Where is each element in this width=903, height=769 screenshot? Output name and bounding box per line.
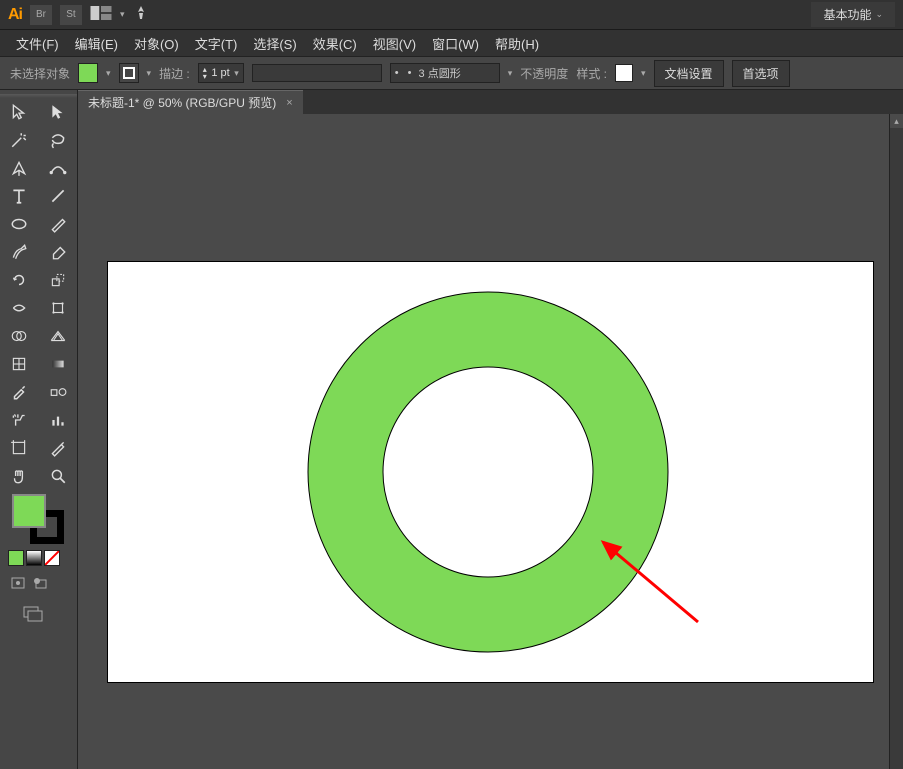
selection-status: 未选择对象 <box>10 65 70 82</box>
blend-tool[interactable] <box>39 378 78 406</box>
current-fill-swatch[interactable] <box>12 494 46 528</box>
title-bar: Ai Br St ▾ 基本功能 ⌄ <box>0 0 903 30</box>
style-label: 样式 : <box>576 65 607 82</box>
style-dropdown-icon[interactable]: ▾ <box>641 68 646 79</box>
stroke-swatch[interactable] <box>119 63 139 83</box>
stroke-stepper-icon[interactable]: ▴▾ <box>203 66 207 80</box>
workspace-switcher[interactable]: 基本功能 ⌄ <box>811 2 895 27</box>
color-mode-solid[interactable] <box>8 550 24 566</box>
draw-mode-row <box>0 570 77 599</box>
artwork-ring[interactable] <box>108 262 873 682</box>
line-segment-tool[interactable] <box>39 182 78 210</box>
scroll-up-icon[interactable]: ▴ <box>890 114 903 128</box>
color-mode-none[interactable] <box>44 550 60 566</box>
paintbrush-tool[interactable] <box>39 210 78 238</box>
eraser-tool[interactable] <box>39 238 78 266</box>
stroke-label: 描边 : <box>159 65 190 82</box>
symbol-sprayer-tool[interactable] <box>0 406 39 434</box>
main-area: 未标题-1* @ 50% (RGB/GPU 预览) × <box>0 90 903 769</box>
color-mode-gradient[interactable] <box>26 550 42 566</box>
rotate-tool[interactable] <box>0 266 39 294</box>
width-tool[interactable] <box>0 294 39 322</box>
perspective-grid-tool[interactable] <box>39 322 78 350</box>
hand-tool[interactable] <box>0 462 39 490</box>
document-tab-title: 未标题-1* @ 50% (RGB/GPU 预览) <box>88 94 276 111</box>
close-tab-button[interactable]: × <box>286 97 292 109</box>
eyedropper-tool[interactable] <box>0 378 39 406</box>
pen-tool[interactable] <box>0 154 39 182</box>
menu-type[interactable]: 文字(T) <box>189 30 244 57</box>
gpu-rocket-icon[interactable] <box>133 5 149 24</box>
arrange-docs-icon[interactable] <box>90 6 112 23</box>
gradient-tool[interactable] <box>39 350 78 378</box>
arrange-dropdown-icon[interactable]: ▾ <box>120 9 125 20</box>
menu-select[interactable]: 选择(S) <box>247 30 302 57</box>
menu-effect[interactable]: 效果(C) <box>307 30 363 57</box>
column-graph-tool[interactable] <box>39 406 78 434</box>
draw-behind-icon[interactable] <box>32 576 48 593</box>
screen-mode-button[interactable] <box>0 599 77 626</box>
brush-definition[interactable]: • • 3 点圆形 <box>390 63 500 83</box>
bridge-button[interactable]: Br <box>30 5 52 25</box>
stock-button[interactable]: St <box>60 5 82 25</box>
direct-selection-tool[interactable] <box>39 98 78 126</box>
brush-dots-icon: • • <box>395 67 415 79</box>
slice-tool[interactable] <box>39 434 78 462</box>
brush-name: 3 点圆形 <box>419 65 461 81</box>
menu-edit[interactable]: 编辑(E) <box>69 30 124 57</box>
opacity-label[interactable]: 不透明度 <box>520 65 568 82</box>
chevron-down-icon: ⌄ <box>875 9 883 20</box>
menu-view[interactable]: 视图(V) <box>367 30 422 57</box>
variable-width-profile[interactable] <box>252 64 382 82</box>
document-area: 未标题-1* @ 50% (RGB/GPU 预览) × <box>78 90 903 769</box>
scale-tool[interactable] <box>39 266 78 294</box>
type-tool[interactable] <box>0 182 39 210</box>
brush-dropdown-icon[interactable]: ▾ <box>508 68 513 79</box>
workspace-label: 基本功能 <box>823 6 871 23</box>
style-swatch[interactable] <box>615 64 633 82</box>
artboard[interactable] <box>108 262 873 682</box>
menu-help[interactable]: 帮助(H) <box>489 30 545 57</box>
artboard-tool[interactable] <box>0 434 39 462</box>
control-bar: 未选择对象 ▾ ▾ 描边 : ▴▾ 1 pt ▾ • • 3 点圆形 ▾ 不透明… <box>0 56 903 90</box>
document-setup-button[interactable]: 文档设置 <box>654 60 724 87</box>
stroke-dropdown-icon[interactable]: ▾ <box>147 68 152 79</box>
shape-builder-tool[interactable] <box>0 322 39 350</box>
fill-swatch[interactable] <box>78 63 98 83</box>
fill-stroke-indicator[interactable] <box>0 490 77 546</box>
stroke-weight-dropdown-icon[interactable]: ▾ <box>234 68 239 79</box>
menu-window[interactable]: 窗口(W) <box>426 30 485 57</box>
stroke-weight-value: 1 pt <box>211 67 229 79</box>
lasso-tool[interactable] <box>39 126 78 154</box>
document-tab-bar: 未标题-1* @ 50% (RGB/GPU 预览) × <box>78 90 903 114</box>
menu-object[interactable]: 对象(O) <box>128 30 185 57</box>
draw-normal-icon[interactable] <box>10 576 26 593</box>
menu-file[interactable]: 文件(F) <box>10 30 65 57</box>
fill-dropdown-icon[interactable]: ▾ <box>106 68 111 79</box>
magic-wand-tool[interactable] <box>0 126 39 154</box>
free-transform-tool[interactable] <box>39 294 78 322</box>
menu-bar: 文件(F) 编辑(E) 对象(O) 文字(T) 选择(S) 效果(C) 视图(V… <box>0 30 903 56</box>
preferences-button[interactable]: 首选项 <box>732 60 790 87</box>
tools-panel <box>0 90 78 769</box>
shaper-tool[interactable] <box>0 238 39 266</box>
canvas-viewport[interactable] <box>78 114 903 769</box>
curvature-tool[interactable] <box>39 154 78 182</box>
document-tab[interactable]: 未标题-1* @ 50% (RGB/GPU 预览) × <box>78 90 303 114</box>
selection-tool[interactable] <box>0 98 39 126</box>
vertical-scrollbar[interactable]: ▴ <box>889 114 903 769</box>
mesh-tool[interactable] <box>0 350 39 378</box>
app-logo: Ai <box>8 6 22 24</box>
color-mode-row <box>0 546 77 570</box>
stroke-weight-input[interactable]: ▴▾ 1 pt ▾ <box>198 63 244 83</box>
ellipse-tool[interactable] <box>0 210 39 238</box>
zoom-tool[interactable] <box>39 462 78 490</box>
